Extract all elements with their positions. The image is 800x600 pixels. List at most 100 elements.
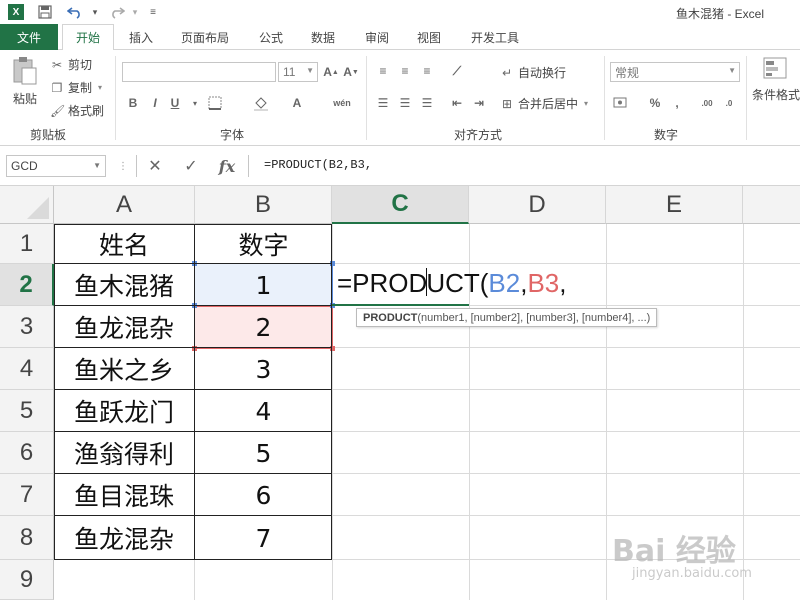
font-size-value: 11 xyxy=(283,65,296,79)
merge-center-button[interactable]: ⊞ 合并后居中 ▾ xyxy=(500,95,588,112)
formula-input[interactable]: =PRODUCT(B2,B3, xyxy=(264,158,372,172)
accounting-format-icon[interactable] xyxy=(612,94,630,112)
undo-icon[interactable] xyxy=(66,3,84,21)
align-right-icon[interactable]: ☰ xyxy=(418,94,436,112)
undo-dropdown-icon[interactable]: ▾ xyxy=(86,3,104,21)
cell-b7[interactable]: 6 xyxy=(195,474,332,516)
column-header-a[interactable]: A xyxy=(54,186,195,224)
enter-icon[interactable]: ✓ xyxy=(180,156,202,176)
tooltip-arguments: (number1, [number2], [number3], [number4… xyxy=(417,311,651,324)
conditional-formatting-button[interactable]: 条件格式 xyxy=(752,56,800,103)
wrap-text-button[interactable]: ↵ 自动换行 xyxy=(500,64,566,81)
italic-button[interactable]: I xyxy=(146,94,164,112)
column-header-b[interactable]: B xyxy=(195,186,332,224)
tab-page-layout[interactable]: 页面布局 xyxy=(172,24,238,50)
row-header-3[interactable]: 3 xyxy=(0,306,54,348)
row-header-5[interactable]: 5 xyxy=(0,390,54,432)
row-header-1[interactable]: 1 xyxy=(0,224,54,264)
cell-a3[interactable]: 鱼龙混杂 xyxy=(54,306,194,348)
increase-indent-icon[interactable]: ⇥ xyxy=(470,94,488,112)
merge-icon: ⊞ xyxy=(501,96,513,111)
align-left-icon[interactable]: ☰ xyxy=(374,94,392,112)
column-header-f[interactable] xyxy=(743,186,800,224)
group-divider xyxy=(746,56,747,140)
cell-a6[interactable]: 渔翁得利 xyxy=(54,432,194,474)
border-icon[interactable] xyxy=(206,94,224,112)
customize-qat-icon[interactable]: ≡ xyxy=(144,3,162,21)
tab-review[interactable]: 审阅 xyxy=(356,24,398,50)
cell-edit-formula[interactable]: =PRODUCT(B2,B3, xyxy=(337,268,567,299)
tab-formulas[interactable]: 公式 xyxy=(250,24,292,50)
row-header-9[interactable]: 9 xyxy=(0,560,54,600)
tab-file[interactable]: 文件 xyxy=(0,24,58,50)
tab-developer[interactable]: 开发工具 xyxy=(462,24,528,50)
cell-b5[interactable]: 4 xyxy=(195,390,332,432)
tab-insert[interactable]: 插入 xyxy=(118,24,164,50)
paste-label: 粘贴 xyxy=(12,92,37,106)
underline-button[interactable]: U xyxy=(166,94,184,112)
tab-home[interactable]: 开始 xyxy=(62,24,114,51)
function-syntax-tooltip[interactable]: PRODUCT (number1, [number2], [number3], [… xyxy=(356,308,658,327)
comma-style-button[interactable]: , xyxy=(668,94,686,112)
cut-button[interactable]: ✂ 剪切 xyxy=(50,56,92,73)
cell-a8[interactable]: 鱼龙混杂 xyxy=(54,516,194,560)
cell-b2[interactable]: 1 xyxy=(195,264,332,306)
cell-b8[interactable]: 7 xyxy=(195,516,332,560)
font-size-dropdown[interactable]: 11 ▼ xyxy=(278,62,318,82)
paste-button[interactable]: 粘贴 xyxy=(8,56,42,116)
increase-decimal-icon[interactable]: .00 xyxy=(698,94,716,112)
cell-a2[interactable]: 鱼木混猪 xyxy=(54,264,194,306)
row-header-4[interactable]: 4 xyxy=(0,348,54,390)
row-header-6[interactable]: 6 xyxy=(0,432,54,474)
formula-bar: GCD ▼ ⋮ ✕ ✓ fx =PRODUCT(B2,B3, xyxy=(0,146,800,186)
cell-a5[interactable]: 鱼跃龙门 xyxy=(54,390,194,432)
bold-button[interactable]: B xyxy=(124,94,142,112)
align-middle-icon[interactable]: ≡ xyxy=(396,62,414,80)
gridline xyxy=(606,224,607,600)
redo-dropdown-icon[interactable]: ▾ xyxy=(126,3,144,21)
formula-bar-grip-icon[interactable]: ⋮ xyxy=(112,156,134,176)
row-header-7[interactable]: 7 xyxy=(0,474,54,516)
column-header-c[interactable]: C xyxy=(332,186,469,224)
orientation-icon[interactable]: ⟋ xyxy=(448,62,466,80)
phonetic-icon[interactable]: wén xyxy=(330,94,354,112)
align-bottom-icon[interactable]: ≡ xyxy=(418,62,436,80)
cell-a7[interactable]: 鱼目混珠 xyxy=(54,474,194,516)
cell-b4[interactable]: 3 xyxy=(195,348,332,390)
increase-font-icon[interactable]: A ▲ xyxy=(322,63,340,81)
decrease-indent-icon[interactable]: ⇤ xyxy=(448,94,466,112)
column-header-e[interactable]: E xyxy=(606,186,743,224)
cell-a1[interactable]: 姓名 xyxy=(54,224,194,264)
font-color-icon[interactable]: A xyxy=(288,94,306,112)
row-header-2[interactable]: 2 xyxy=(0,264,54,306)
font-name-dropdown[interactable] xyxy=(122,62,276,82)
underline-dropdown-icon[interactable]: ▾ xyxy=(186,94,204,112)
decrease-decimal-icon[interactable]: .0 xyxy=(720,94,738,112)
number-format-dropdown[interactable]: 常规 ▼ xyxy=(610,62,740,82)
group-divider xyxy=(115,56,116,140)
select-all-corner[interactable] xyxy=(0,186,54,224)
cell-a4[interactable]: 鱼米之乡 xyxy=(54,348,194,390)
fill-color-icon[interactable] xyxy=(252,94,270,112)
save-icon[interactable] xyxy=(36,3,54,21)
copy-button[interactable]: ❐ 复制 ▾ xyxy=(50,79,102,96)
format-painter-button[interactable]: 🖌 格式刷 xyxy=(50,102,104,119)
name-box[interactable]: GCD ▼ xyxy=(6,155,106,177)
redo-icon[interactable] xyxy=(108,3,126,21)
align-center-icon[interactable]: ☰ xyxy=(396,94,414,112)
column-header-d[interactable]: D xyxy=(469,186,606,224)
tab-data[interactable]: 数据 xyxy=(302,24,344,50)
tooltip-function-name[interactable]: PRODUCT xyxy=(363,312,417,324)
align-top-icon[interactable]: ≡ xyxy=(374,62,392,80)
baidu-watermark: Bai 经验 xyxy=(612,534,736,569)
cell-b1[interactable]: 数字 xyxy=(195,224,332,264)
decrease-font-icon[interactable]: A ▼ xyxy=(342,63,360,81)
percent-style-button[interactable]: % xyxy=(646,94,664,112)
row-header-8[interactable]: 8 xyxy=(0,516,54,560)
cell-b3[interactable]: 2 xyxy=(195,306,332,348)
tab-view[interactable]: 视图 xyxy=(408,24,450,50)
cancel-icon[interactable]: ✕ xyxy=(144,156,166,176)
formula-ref-b3: B3 xyxy=(527,268,560,298)
insert-function-icon[interactable]: fx xyxy=(216,156,238,176)
cell-b6[interactable]: 5 xyxy=(195,432,332,474)
